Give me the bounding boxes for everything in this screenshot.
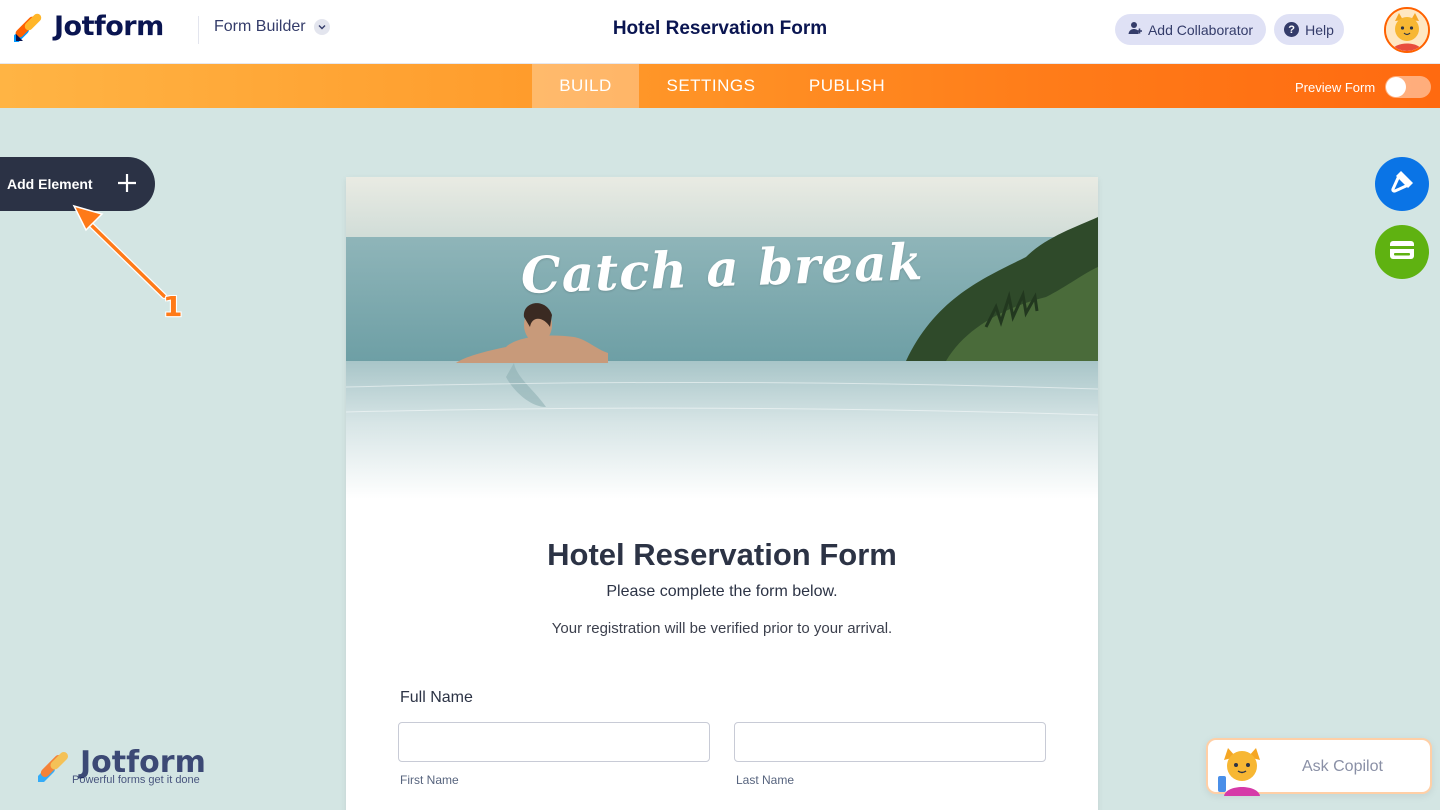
toggle-knob bbox=[1386, 77, 1407, 97]
tab-build[interactable]: BUILD bbox=[532, 64, 639, 108]
form-subheading: Please complete the form below. bbox=[606, 583, 838, 600]
payment-card-button[interactable] bbox=[1375, 225, 1429, 279]
full-name-label[interactable]: Full Name bbox=[400, 689, 473, 707]
tab-settings[interactable]: SETTINGS bbox=[648, 64, 774, 108]
builder-nav-bar: BUILD SETTINGS PUBLISH Preview Form bbox=[0, 64, 1440, 108]
first-name-sublabel: First Name bbox=[400, 773, 459, 787]
help-label: Help bbox=[1305, 21, 1334, 38]
add-collaborator-button[interactable]: Add Collaborator bbox=[1115, 14, 1266, 45]
card-icon bbox=[1389, 240, 1415, 265]
watermark-tagline: Powerful forms get it done bbox=[72, 774, 200, 786]
annotation-number: 1 bbox=[163, 290, 183, 323]
header-divider bbox=[198, 16, 199, 44]
copilot-cat-icon bbox=[1218, 748, 1260, 796]
help-button[interactable]: ? Help bbox=[1274, 14, 1344, 45]
form-designer-button[interactable] bbox=[1375, 157, 1429, 211]
form-builder-label: Form Builder bbox=[214, 18, 306, 35]
paint-roller-icon bbox=[1389, 169, 1415, 200]
help-icon: ? bbox=[1284, 22, 1300, 37]
preview-form-toggle[interactable]: Preview Form bbox=[1295, 76, 1432, 98]
top-bar: Jotform Form Builder Hotel Reservation F… bbox=[0, 0, 1440, 64]
pool-ocean-image bbox=[346, 177, 1098, 499]
add-element-label: Add Element bbox=[7, 176, 93, 192]
chevron-down-icon bbox=[313, 19, 330, 35]
form-builder-switch[interactable]: Form Builder bbox=[214, 18, 330, 36]
tab-publish[interactable]: PUBLISH bbox=[790, 64, 904, 108]
ask-copilot-label: Ask Copilot bbox=[1302, 758, 1383, 775]
avatar-icon bbox=[1386, 9, 1428, 51]
add-user-icon bbox=[1128, 21, 1142, 38]
add-collaborator-label: Add Collaborator bbox=[1147, 21, 1254, 38]
form-card: Catch a break Hotel Reservation Form Ple… bbox=[346, 177, 1098, 810]
last-name-sublabel: Last Name bbox=[736, 773, 795, 787]
form-note: Your registration will be verified prior… bbox=[551, 620, 893, 637]
jotform-logo-icon bbox=[11, 10, 44, 44]
preview-toggle-switch[interactable] bbox=[1385, 76, 1432, 98]
jotform-logo[interactable]: Jotform bbox=[11, 10, 164, 44]
jotform-watermark-icon bbox=[38, 751, 69, 782]
last-name-input[interactable] bbox=[734, 722, 1046, 762]
plus-icon bbox=[117, 173, 137, 193]
page-title[interactable]: Hotel Reservation Form bbox=[613, 18, 827, 39]
form-heading[interactable]: Hotel Reservation Form bbox=[346, 537, 1098, 573]
annotation-arrow bbox=[72, 204, 167, 299]
first-name-input[interactable] bbox=[398, 722, 710, 762]
preview-form-label: Preview Form bbox=[1295, 79, 1376, 95]
ask-copilot-button[interactable]: Ask Copilot bbox=[1206, 738, 1432, 796]
form-header-image[interactable]: Catch a break bbox=[346, 177, 1098, 499]
avatar[interactable] bbox=[1384, 7, 1430, 53]
brand-name: Jotform bbox=[54, 10, 164, 42]
